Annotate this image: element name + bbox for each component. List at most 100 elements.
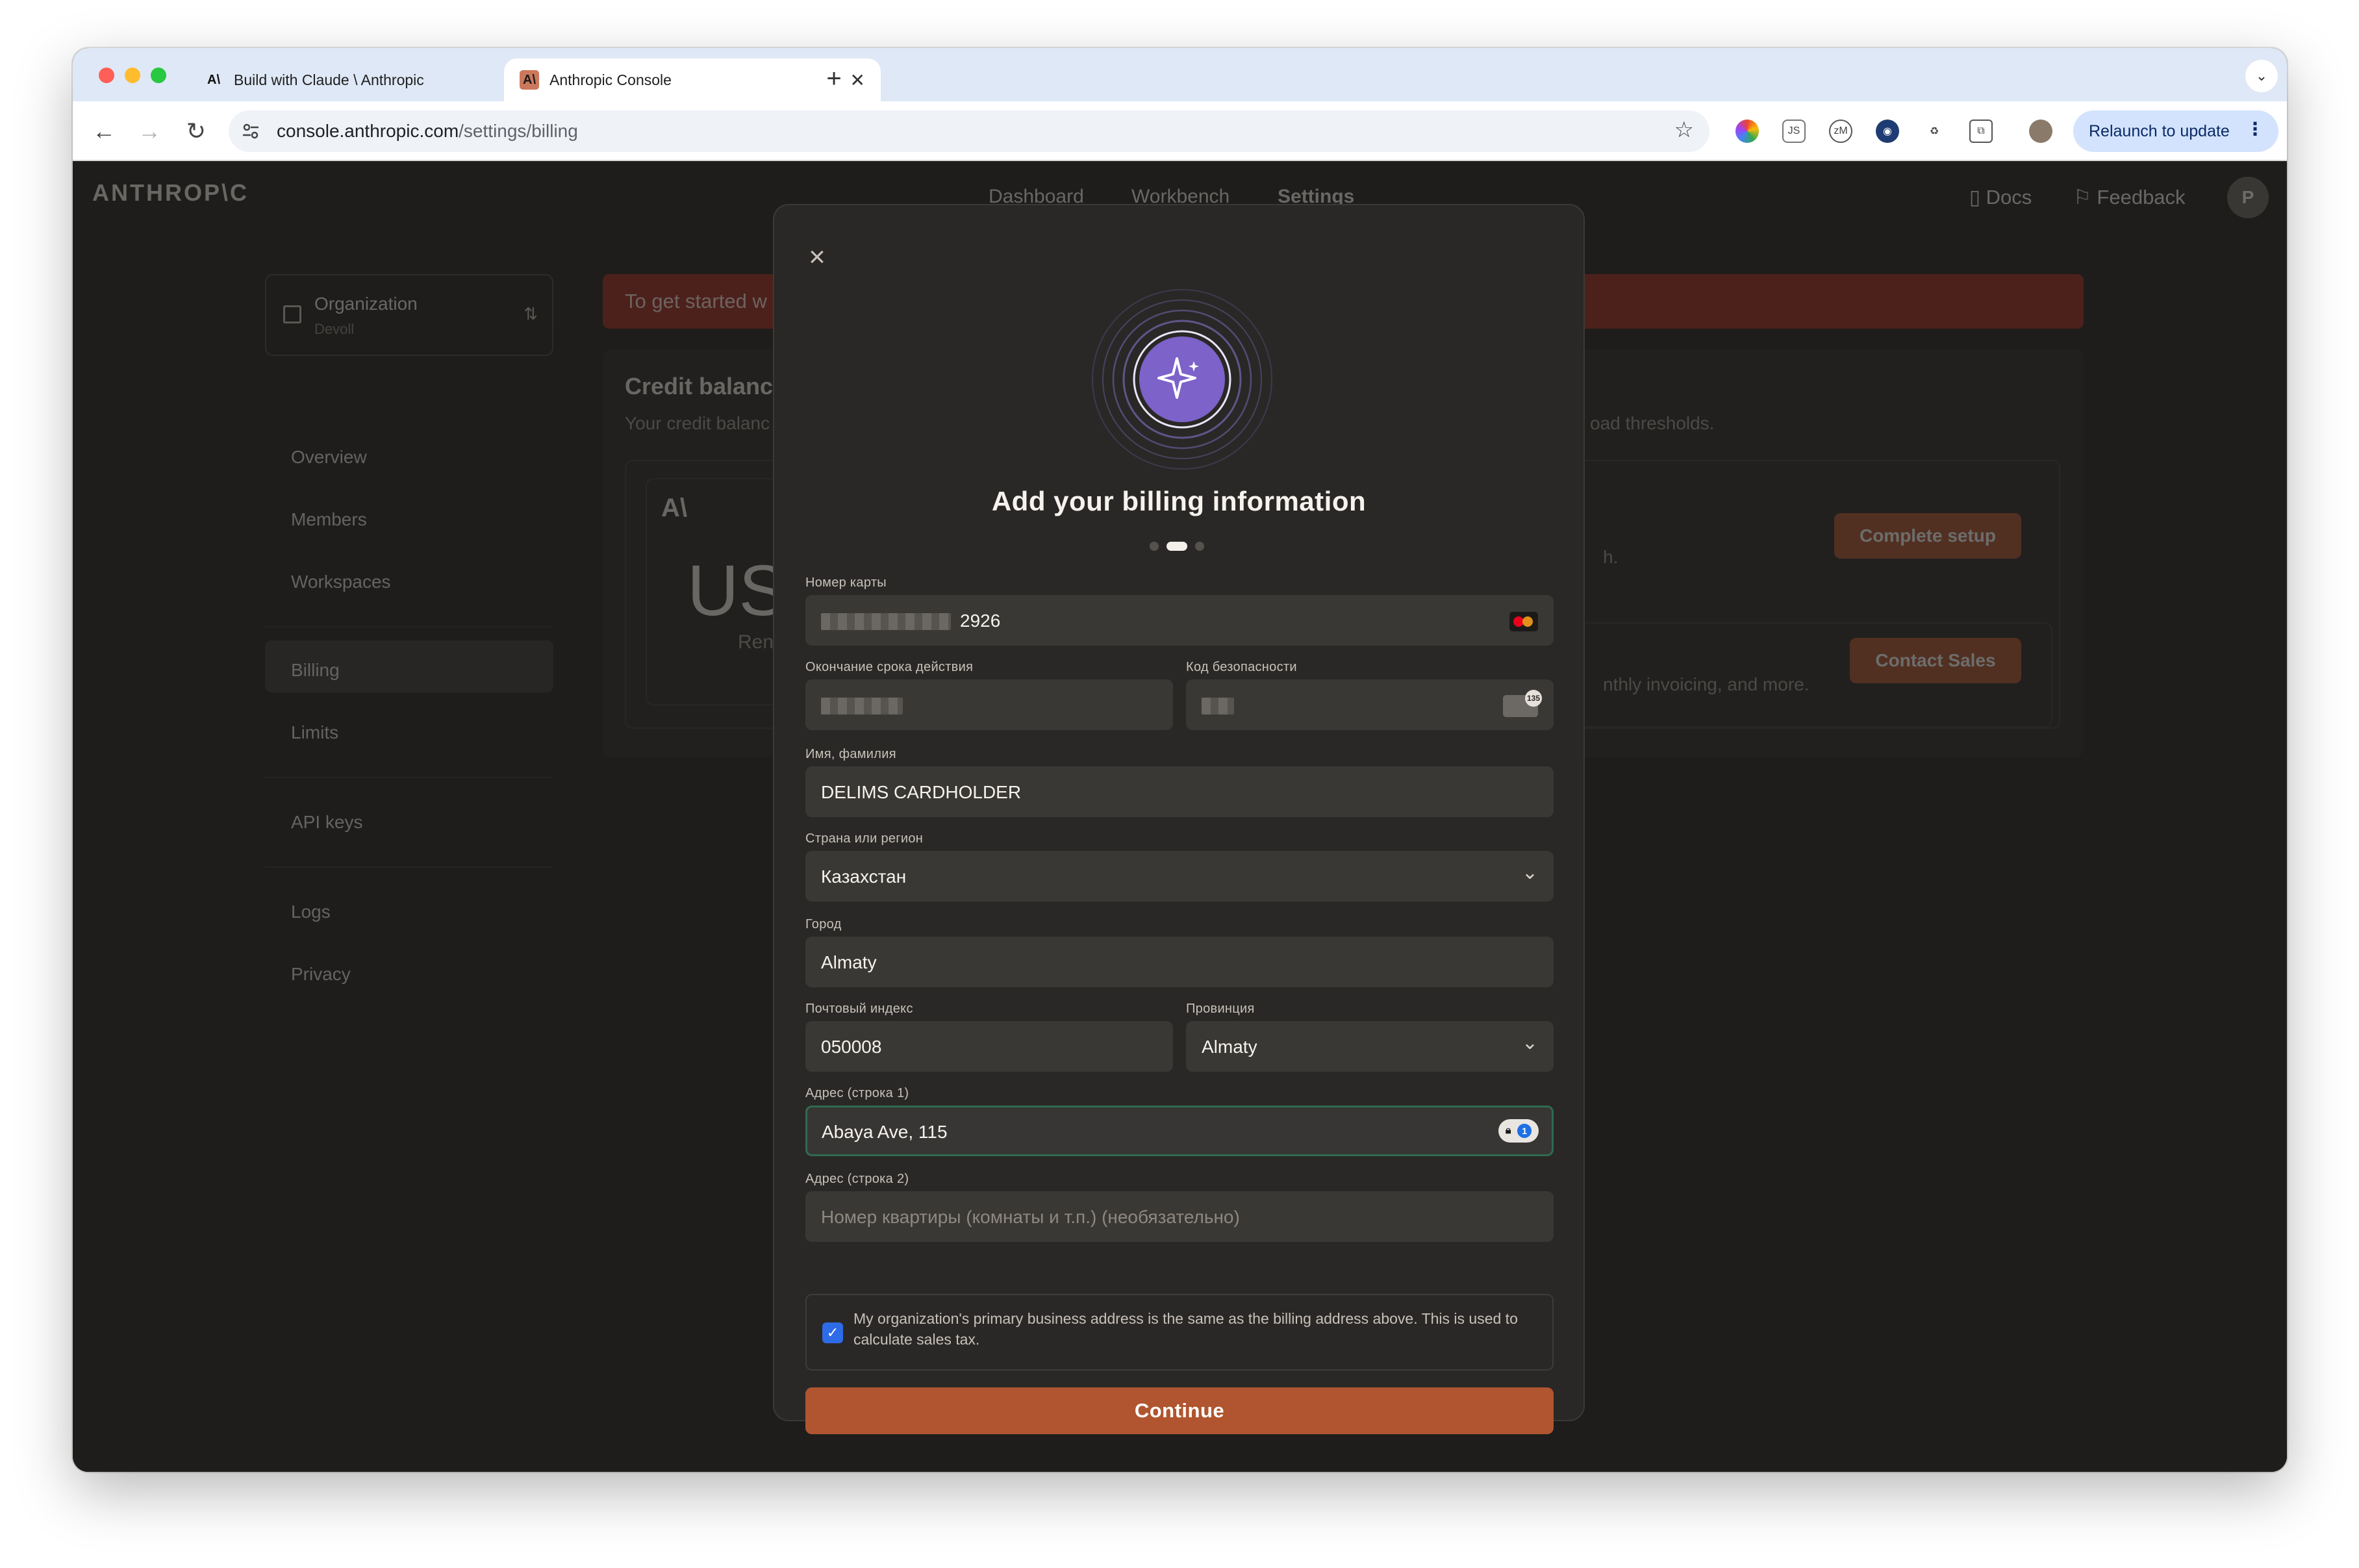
sidebar-item-logs[interactable]: Logs xyxy=(291,902,331,922)
chevron-down-icon: ⌄ xyxy=(1521,1032,1538,1054)
consent-checkbox[interactable]: ✓ xyxy=(822,1322,843,1343)
step-dot xyxy=(1150,542,1159,551)
country-label: Страна или регион xyxy=(805,831,924,846)
mastercard-icon xyxy=(1509,612,1538,631)
province-value: Almaty xyxy=(1202,1037,1257,1057)
sidebar-divider xyxy=(265,626,553,627)
feedback-link[interactable]: ⚐ Feedback xyxy=(2073,186,2186,209)
complete-setup-button[interactable]: Complete setup xyxy=(1834,513,2021,559)
recycle-icon[interactable]: ♻ xyxy=(1923,120,1946,143)
city-field[interactable]: Almaty xyxy=(805,937,1554,987)
cvc-field[interactable]: 135 xyxy=(1186,679,1554,730)
sidebar-item-billing[interactable]: Billing xyxy=(291,660,340,681)
browser-window: A\ Build with Claude \ Anthropic ✕ A\ An… xyxy=(73,48,2287,1472)
credit-balance-title: Credit balanc xyxy=(625,373,774,399)
sidebar-divider xyxy=(265,866,553,868)
tab-search-button[interactable]: ⌄ xyxy=(2245,60,2278,92)
anthropic-logo[interactable]: ANTHROP\C xyxy=(92,179,249,207)
close-window-button[interactable] xyxy=(99,68,114,83)
modal-title: Add your billing information xyxy=(991,486,1367,516)
continue-button[interactable]: Continue xyxy=(805,1387,1554,1434)
credit-balance-desc-tail: oad thresholds. xyxy=(1590,413,1715,433)
anthropic-favicon-icon: A\ xyxy=(207,72,220,87)
step-indicator xyxy=(1150,542,1204,551)
chevron-down-icon: ⌄ xyxy=(1521,862,1538,883)
setup-desc: h. xyxy=(1603,547,1619,567)
card-number-tail: 2926 xyxy=(960,611,1001,631)
organization-switcher[interactable]: Organization Devoll ⇅ xyxy=(265,274,553,356)
consent-box: ✓ My organization's primary business add… xyxy=(805,1294,1554,1371)
sidebar-item-privacy[interactable]: Privacy xyxy=(291,964,351,985)
address2-placeholder: Номер квартиры (комнаты и т.п.) (необяза… xyxy=(821,1207,1240,1227)
tab-title: Anthropic Console xyxy=(549,71,672,88)
sidebar-item-members[interactable]: Members xyxy=(291,509,367,530)
zoom-window-button[interactable] xyxy=(151,68,166,83)
address1-label: Адрес (строка 1) xyxy=(805,1086,909,1100)
address2-field[interactable]: Номер квартиры (комнаты и т.п.) (необяза… xyxy=(805,1191,1554,1242)
expiry-field[interactable] xyxy=(805,679,1173,730)
close-modal-button[interactable]: × xyxy=(804,243,830,272)
sidebar-item-api-keys[interactable]: API keys xyxy=(291,812,362,833)
redacted-expiry xyxy=(821,698,903,714)
name-field[interactable]: DELIMS CARDHOLDER xyxy=(805,766,1554,817)
browser-toolbar: ← → ↻ console.anthropic.com/settings/bil… xyxy=(73,101,2287,161)
relaunch-to-update-button[interactable]: Relaunch to update ⋮ xyxy=(2073,110,2278,152)
password-manager-icon[interactable]: 🔒︎ 1 xyxy=(1498,1119,1539,1143)
address1-field[interactable]: Abaya Ave, 115 🔒︎ 1 xyxy=(805,1106,1554,1156)
address1-value: Abaya Ave, 115 xyxy=(822,1122,948,1142)
sidebar-item-limits[interactable]: Limits xyxy=(291,722,338,743)
close-tab-icon[interactable]: ✕ xyxy=(850,70,865,91)
zm-icon[interactable]: zM xyxy=(1829,120,1852,143)
puzzle-icon[interactable]: ⧉ xyxy=(1969,120,1993,143)
contact-sales-button[interactable]: Contact Sales xyxy=(1850,638,2021,683)
credit-balance-desc: Your credit balanc xyxy=(625,413,770,433)
new-tab-button[interactable]: + xyxy=(816,61,852,96)
province-label: Провинция xyxy=(1186,1002,1255,1016)
bookmark-star-icon[interactable]: ☆ xyxy=(1674,117,1694,143)
profile-avatar-icon[interactable] xyxy=(2029,120,2052,143)
reload-button[interactable]: ↻ xyxy=(179,114,213,148)
postal-label: Почтовый индекс xyxy=(805,1002,913,1016)
step-dot xyxy=(1195,542,1204,551)
color-wheel-icon[interactable] xyxy=(1735,120,1759,143)
postal-field[interactable]: 050008 xyxy=(805,1021,1173,1072)
sparkle-hero-icon xyxy=(1092,289,1272,470)
console-page: ANTHROP\C Dashboard Workbench Settings ▯… xyxy=(73,161,2287,1472)
js-icon[interactable]: JS xyxy=(1782,120,1806,143)
tab-strip: A\ Build with Claude \ Anthropic ✕ A\ An… xyxy=(73,48,2287,101)
name-label: Имя, фамилия xyxy=(805,747,896,761)
address-bar[interactable]: console.anthropic.com/settings/billing ☆ xyxy=(229,110,1709,152)
redacted-cvc xyxy=(1202,698,1234,714)
card-number-label: Номер карты xyxy=(805,575,887,590)
sidebar-item-overview[interactable]: Overview xyxy=(291,447,367,468)
more-menu-icon[interactable]: ⋮ xyxy=(2246,118,2264,140)
forward-button[interactable]: → xyxy=(132,114,166,148)
city-label: Город xyxy=(805,917,842,931)
province-select[interactable]: Almaty ⌄ xyxy=(1186,1021,1554,1072)
site-settings-icon[interactable] xyxy=(240,121,261,142)
card-number-field[interactable]: 2926 xyxy=(805,595,1554,646)
docs-link[interactable]: ▯ Docs xyxy=(1969,186,2032,209)
tab-title: Build with Claude \ Anthropic xyxy=(234,71,424,88)
billing-modal: × Add your billing information Номер кар… xyxy=(773,204,1585,1434)
minimize-window-button[interactable] xyxy=(125,68,140,83)
org-name: Devoll xyxy=(314,321,355,337)
anthropic-favicon-icon: A\ xyxy=(520,70,539,90)
user-avatar[interactable]: P xyxy=(2227,177,2269,218)
cvc-card-icon: 135 xyxy=(1503,690,1542,717)
feedback-icon: ⚐ xyxy=(2073,186,2097,209)
step-dot-active xyxy=(1167,542,1187,551)
city-value: Almaty xyxy=(821,952,877,972)
building-icon xyxy=(283,305,301,323)
back-button[interactable]: ← xyxy=(87,114,121,148)
cvc-label: Код безопасности xyxy=(1186,660,1297,674)
docs-icon: ▯ xyxy=(1969,186,1986,209)
balance-amount: US xyxy=(687,551,787,631)
url-text: console.anthropic.com/settings/billing xyxy=(277,121,578,141)
github-icon[interactable]: ◉ xyxy=(1876,120,1899,143)
consent-text: My organization's primary business addre… xyxy=(853,1310,1518,1348)
sidebar-item-workspaces[interactable]: Workspaces xyxy=(291,572,391,592)
country-select[interactable]: Казахстан ⌄ xyxy=(805,851,1554,902)
org-label: Organization xyxy=(314,294,418,314)
chevron-updown-icon: ⇅ xyxy=(524,304,538,323)
